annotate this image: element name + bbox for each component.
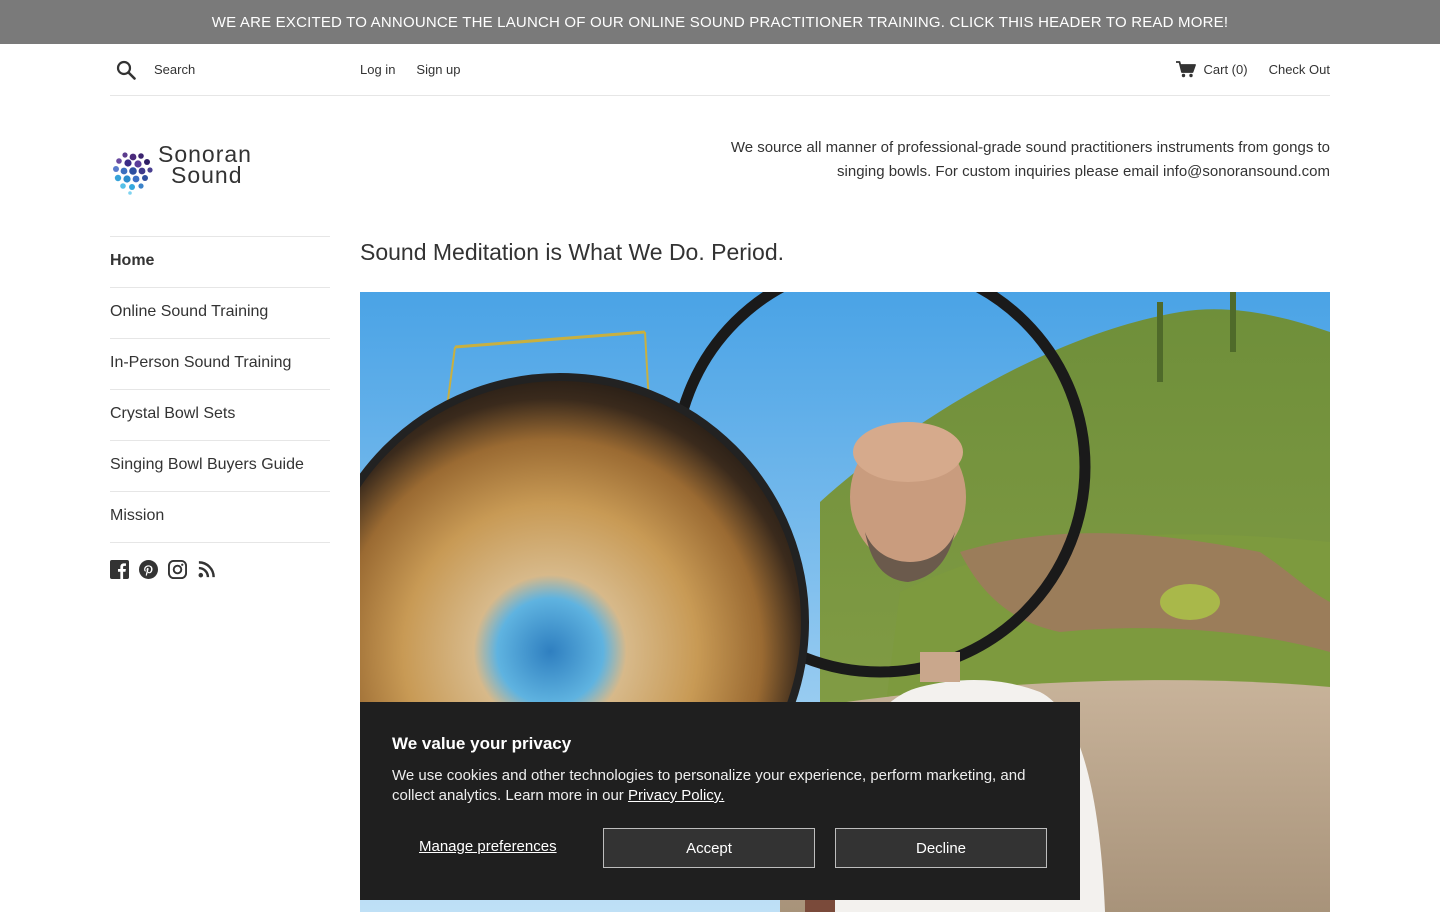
- pinterest-icon[interactable]: [139, 560, 158, 579]
- page-title: Sound Meditation is What We Do. Period.: [360, 239, 785, 265]
- sidebar-divider: [110, 542, 330, 543]
- manage-preferences-link[interactable]: Manage preferences: [419, 838, 557, 855]
- rss-icon[interactable]: [197, 560, 216, 579]
- logo-wordmark: Sonoran Sound: [158, 143, 252, 188]
- logo-line-2: Sound: [171, 162, 243, 188]
- search-form: [110, 60, 360, 80]
- cart-icon: [1175, 61, 1196, 78]
- cookie-banner: We value your privacy We use cookies and…: [360, 702, 1080, 900]
- cookie-actions: Manage preferences Accept Decline: [392, 828, 1048, 868]
- cart-link[interactable]: Cart (0): [1175, 61, 1248, 78]
- instagram-icon[interactable]: [168, 560, 187, 579]
- sidebar-item-in-person-sound-training[interactable]: In-Person Sound Training: [110, 338, 330, 389]
- sidebar-nav: Home Online Sound Training In-Person Sou…: [110, 236, 330, 579]
- social-links: [110, 560, 330, 579]
- cart-label: Cart (0): [1203, 62, 1248, 77]
- checkout-link[interactable]: Check Out: [1269, 62, 1330, 77]
- site-header: Sonoran Sound We source all manner of pr…: [110, 139, 1330, 200]
- privacy-policy-link[interactable]: Privacy Policy.: [628, 787, 724, 804]
- cart-area: Cart (0) Check Out: [1175, 61, 1330, 78]
- sidebar-item-online-sound-training[interactable]: Online Sound Training: [110, 287, 330, 338]
- sidebar-item-singing-bowl-buyers-guide[interactable]: Singing Bowl Buyers Guide: [110, 440, 330, 491]
- main-content: Sound Meditation is What We Do. Period.: [360, 236, 1330, 912]
- logo-mark-icon: [113, 152, 153, 195]
- cookie-body: We use cookies and other technologies to…: [392, 766, 1048, 806]
- facebook-icon[interactable]: [110, 560, 129, 579]
- sidebar-item-mission[interactable]: Mission: [110, 491, 330, 542]
- header-tagline: We source all manner of professional-gra…: [730, 139, 1330, 180]
- decline-button[interactable]: Decline: [835, 828, 1047, 868]
- cookie-title: We value your privacy: [392, 734, 572, 753]
- login-link[interactable]: Log in: [360, 62, 395, 77]
- sidebar-item-home[interactable]: Home: [110, 236, 330, 287]
- search-icon[interactable]: [116, 60, 136, 80]
- signup-link[interactable]: Sign up: [416, 62, 460, 77]
- accept-button[interactable]: Accept: [603, 828, 815, 868]
- site-logo[interactable]: Sonoran Sound: [110, 140, 270, 200]
- sidebar-item-crystal-bowl-sets[interactable]: Crystal Bowl Sets: [110, 389, 330, 440]
- announcement-text[interactable]: WE ARE EXCITED TO ANNOUNCE THE LAUNCH OF…: [212, 14, 1228, 31]
- top-bar: Log in Sign up Cart (0) Check Out: [110, 44, 1330, 96]
- announcement-bar[interactable]: WE ARE EXCITED TO ANNOUNCE THE LAUNCH OF…: [0, 0, 1440, 44]
- search-input[interactable]: [154, 62, 344, 77]
- account-links: Log in Sign up: [360, 62, 461, 77]
